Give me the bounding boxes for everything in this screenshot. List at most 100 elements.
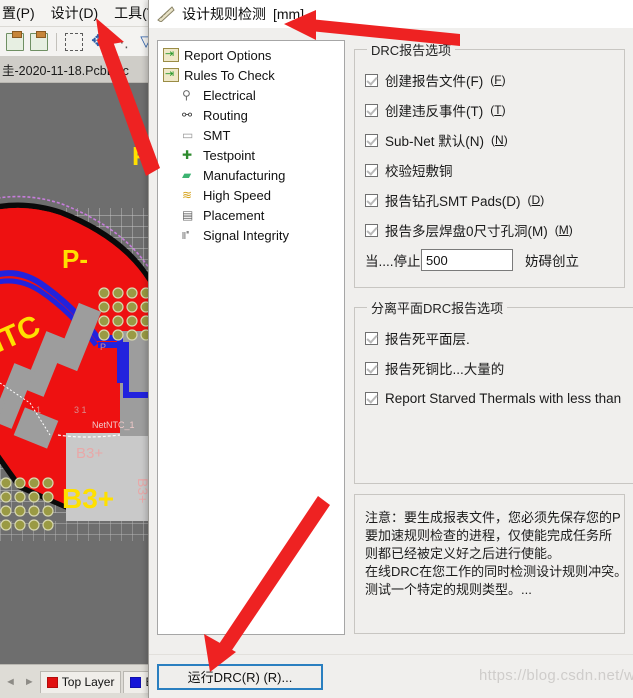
stop-when-label: 当....停止(	[365, 254, 425, 269]
option-report-dead-copper-larger-than[interactable]: 报告死铜比...大量的 0.065 s	[365, 353, 633, 383]
tree-item-testpoint-label: Testpoint	[203, 147, 256, 163]
tree-item-high-speed-label: High Speed	[203, 187, 271, 203]
tree-item-signal-integrity[interactable]: ⑈ Signal Integrity	[160, 225, 342, 245]
checkbox-create-violations[interactable]	[365, 103, 378, 117]
run-drc-button-label: 运行DRC(R) (R)...	[187, 670, 293, 685]
option-create-report-file-label: 创建报告文件(F)	[385, 74, 484, 89]
layer-tab-bar: ◄ ► Top Layer Bott	[0, 664, 174, 698]
option-report-drilled-smt-pads-label: 报告钻孔SMT Pads(D)	[385, 194, 521, 209]
design-rule-check-dialog: 设计规则检测 [mm] Report Options Rules To Chec…	[148, 0, 633, 698]
option-sub-net-details[interactable]: Sub-Net 默认(N) (N)	[365, 125, 614, 155]
run-drc-button[interactable]: 运行DRC(R) (R)...	[157, 663, 323, 690]
pcb-label-b3-small: B3+	[76, 445, 103, 462]
document-tab[interactable]: 圭-2020-11-18.PcbDoc	[0, 57, 148, 83]
option-create-report-file[interactable]: 创建报告文件(F) (F)	[365, 65, 614, 95]
dialog-footer: 运行DRC(R) (R)... https://blog.csdn.net/we…	[149, 654, 633, 698]
rules-tree[interactable]: Report Options Rules To Check ⚲ Electric…	[157, 40, 345, 635]
paste-special-icon[interactable]	[30, 30, 48, 51]
tree-item-smt-label: SMT	[203, 127, 231, 143]
checkbox-report-dead-copper[interactable]	[365, 361, 378, 375]
option-report-dead-plane-layers-label: 报告死平面层.	[385, 332, 470, 347]
split-group-filler	[365, 413, 633, 471]
option-report-multilayer-zero-size-holes[interactable]: 报告多层焊盘0尺寸孔洞(M) (M)	[365, 215, 614, 245]
drc-report-options-legend: DRC报告选项	[371, 43, 452, 58]
signal-integrity-icon: ⑈	[182, 228, 190, 242]
note-line-1: 注意：要生成报表文件，您必须先保存您的P	[365, 510, 621, 525]
routing-icon: ⚯	[182, 108, 193, 122]
manufacturing-icon: ▰	[182, 168, 192, 182]
tree-item-signal-integrity-label: Signal Integrity	[203, 227, 289, 243]
folder-report-icon	[163, 47, 179, 62]
option-report-dead-plane-layers[interactable]: 报告死平面层.	[365, 323, 633, 353]
pcb-label-net-ntc: NetNTC_1	[92, 420, 135, 430]
split-plane-drc-options-group: 分离平面DRC报告选项 报告死平面层. 报告死铜比...大量的 0.065 s …	[354, 298, 633, 484]
scroll-right-icon[interactable]: ►	[21, 676, 38, 688]
option-stop-when-violations[interactable]: 当....停止( 500 妨碍创立	[365, 245, 614, 275]
folder-rules-icon	[163, 67, 179, 82]
options-pane: DRC报告选项 创建报告文件(F) (F) 创建违反事件(T) (T) Sub-…	[354, 40, 633, 654]
tree-item-testpoint[interactable]: ✚ Testpoint	[160, 145, 342, 165]
pcb-label-b3-vert: B3+	[135, 478, 148, 503]
pcb-label-b3-big: B3+	[62, 483, 114, 514]
checkbox-report-dead-plane-layers[interactable]	[365, 331, 378, 345]
checkbox-report-starved-thermals[interactable]	[365, 391, 378, 405]
watermark-url: https://blog.csdn.net/weixin_44084174	[479, 667, 633, 684]
tree-item-manufacturing-label: Manufacturing	[203, 167, 286, 183]
split-plane-drc-options-legend: 分离平面DRC报告选项	[371, 301, 504, 316]
dialog-title-bar: 设计规则检测 [mm]	[149, 0, 633, 28]
mnemonic-t: (T)	[490, 103, 506, 117]
tree-item-placement[interactable]: ▤ Placement	[160, 205, 342, 225]
drc-report-options-group: DRC报告选项 创建报告文件(F) (F) 创建违反事件(T) (T) Sub-…	[354, 40, 625, 288]
option-create-violations[interactable]: 创建违反事件(T) (T)	[365, 95, 614, 125]
ruler-icon	[157, 6, 175, 23]
note-line-5: 测试一个特定的规则类型。...	[365, 582, 532, 597]
document-tab-label: 圭-2020-11-18.PcbDoc	[2, 64, 129, 78]
tree-item-routing-label: Routing	[203, 107, 248, 123]
watermark: https://blog.csdn.net/weixin_44084174 俗人…	[479, 654, 633, 694]
checkbox-report-multilayer-zero-size-holes[interactable]	[365, 223, 378, 237]
menu-item-design[interactable]: 设计(D)	[51, 3, 98, 23]
tree-item-rules-to-check[interactable]: Rules To Check	[160, 65, 342, 85]
tree-item-rules-to-check-label: Rules To Check	[184, 67, 275, 83]
tree-item-placement-label: Placement	[203, 207, 265, 223]
pcb-label-small-2: 3 1	[74, 405, 87, 415]
pcb-label-p-small: P	[100, 342, 106, 352]
tree-item-routing[interactable]: ⚯ Routing	[160, 105, 342, 125]
scroll-left-icon[interactable]: ◄	[2, 676, 19, 688]
option-report-drilled-smt-pads[interactable]: 报告钻孔SMT Pads(D) (D)	[365, 185, 614, 215]
option-verify-shorting-copper-label: 校验短敷铜	[385, 164, 453, 179]
note-line-2: 要加速规则检查的进程，仅使能完成任务所	[365, 528, 613, 543]
note-line-4: 在线DRC在您工作的同时检测设计规则冲突。	[365, 564, 625, 579]
move-icon[interactable]: ✥	[89, 33, 107, 51]
pcb-label-r: R	[132, 141, 148, 171]
paste-icon[interactable]	[6, 30, 24, 51]
checkbox-report-drilled-smt-pads[interactable]	[365, 193, 378, 207]
node-icon[interactable]: ⋱	[113, 33, 131, 51]
option-report-starved-thermals[interactable]: Report Starved Thermals with less than 5…	[365, 383, 633, 413]
layer-tab-top-layer[interactable]: Top Layer	[39, 670, 122, 693]
tree-item-report-options-label: Report Options	[184, 47, 272, 63]
option-verify-shorting-copper[interactable]: 校验短敷铜	[365, 155, 614, 185]
dialog-body: Report Options Rules To Check ⚲ Electric…	[149, 28, 633, 654]
stop-when-input[interactable]: 500	[421, 249, 513, 271]
high-speed-icon: ≋	[182, 188, 193, 202]
tree-item-electrical[interactable]: ⚲ Electrical	[160, 85, 342, 105]
checkbox-create-report-file[interactable]	[365, 73, 378, 87]
menu-item-placement[interactable]: 置(P)	[2, 3, 35, 23]
tree-item-manufacturing[interactable]: ▰ Manufacturing	[160, 165, 342, 185]
smt-icon: ▭	[182, 128, 194, 142]
pcb-canvas[interactable]: P- NTC B3+ B3+ B3+ NetNTC_1 R P 1 3 1	[0, 83, 148, 628]
note-panel: 注意：要生成报表文件，您必须先保存您的P 要加速规则检查的进程，仅使能完成任务所…	[354, 494, 625, 634]
marquee-select-icon[interactable]	[65, 32, 83, 51]
dialog-title-text: 设计规则检测	[182, 6, 266, 22]
checkbox-sub-net-details[interactable]	[365, 133, 378, 147]
tree-item-high-speed[interactable]: ≋ High Speed	[160, 185, 342, 205]
layer-color-swatch-top	[46, 676, 58, 688]
mnemonic-m: (M)	[554, 223, 573, 237]
tree-item-report-options[interactable]: Report Options	[160, 45, 342, 65]
tool-bar: ✥ ⋱ ▽	[0, 27, 158, 57]
tree-item-smt[interactable]: ▭ SMT	[160, 125, 342, 145]
layer-color-swatch-bottom	[130, 676, 142, 688]
checkbox-verify-shorting-copper[interactable]	[365, 163, 378, 177]
electrical-icon: ⚲	[182, 88, 191, 102]
